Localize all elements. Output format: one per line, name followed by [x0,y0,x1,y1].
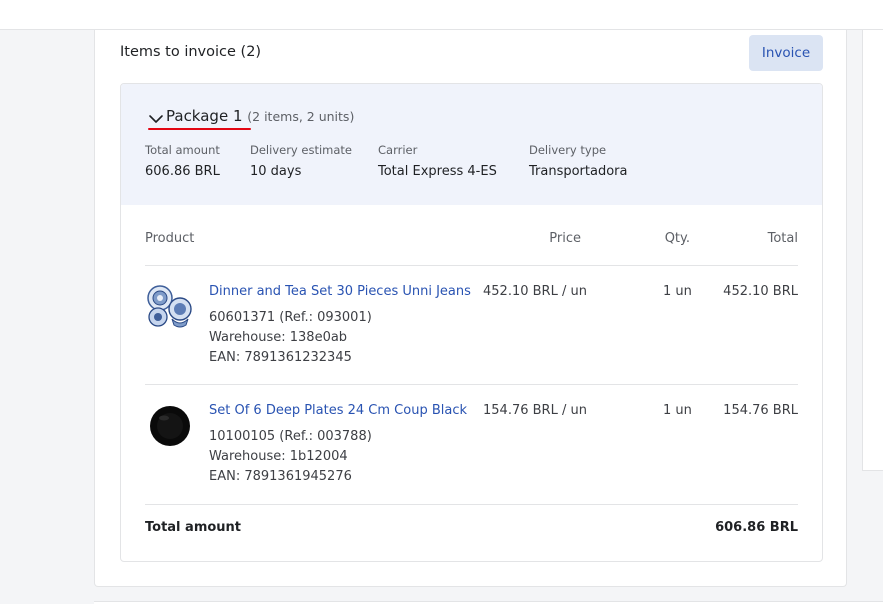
product-total: 452.10 BRL [723,284,798,299]
package-title-underline [148,128,251,130]
product-ean: EAN: 7891361945276 [209,469,352,484]
meta-value: 10 days [250,164,302,179]
product-ean: EAN: 7891361232345 [209,350,352,365]
table-row: Dinner and Tea Set 30 Pieces Unni Jeans … [121,266,822,385]
items-to-invoice-card: Items to invoice (2) Invoice Package 1 (… [94,30,847,587]
product-link[interactable]: Dinner and Tea Set 30 Pieces Unni Jeans [209,284,471,299]
product-price: 154.76 BRL / un [483,403,587,418]
column-header-product: Product [145,231,195,246]
product-qty: 1 un [663,403,692,418]
meta-delivery-estimate: Delivery estimate 10 days [250,143,352,179]
product-sku: 60601371 (Ref.: 093001) [209,310,372,325]
side-panel [862,30,883,471]
meta-value: Transportadora [529,164,628,179]
product-price: 452.10 BRL / un [483,284,587,299]
product-total: 154.76 BRL [723,403,798,418]
column-header-qty: Qty. [664,231,690,246]
chevron-down-icon[interactable] [148,111,164,127]
package-title-text: Package 1 [166,107,243,125]
product-sku: 10100105 (Ref.: 003788) [209,429,372,444]
meta-value: Total Express 4-ES [378,164,497,179]
meta-label: Carrier [378,143,418,157]
total-amount-label: Total amount [145,520,242,535]
meta-carrier: Carrier Total Express 4-ES [378,143,497,179]
card-title: Items to invoice (2) [120,44,262,60]
invoice-button[interactable]: Invoice [749,35,823,71]
package-count: (2 items, 2 units) [247,109,355,124]
meta-label: Delivery estimate [250,143,352,157]
product-qty: 1 un [663,284,692,299]
blue-porcelain-set-icon [147,285,192,328]
meta-label: Total amount [145,143,220,157]
top-bar [0,0,883,30]
product-warehouse: Warehouse: 1b12004 [209,449,348,464]
package-header[interactable]: Package 1 (2 items, 2 units) Total amoun… [121,84,822,205]
product-link[interactable]: Set Of 6 Deep Plates 24 Cm Coup Black [209,403,467,418]
meta-delivery-type: Delivery type Transportadora [529,143,627,179]
divider [145,504,798,505]
column-header-total: Total [767,231,798,246]
column-header-price: Price [549,231,581,246]
black-plate-icon [150,406,190,446]
total-amount-value: 606.86 BRL [715,520,798,535]
meta-total-amount: Total amount 606.86 BRL [145,143,220,179]
meta-label: Delivery type [529,143,607,157]
package-title[interactable]: Package 1 (2 items, 2 units) [166,107,354,125]
table-row: Set Of 6 Deep Plates 24 Cm Coup Black 10… [121,385,822,504]
product-warehouse: Warehouse: 138e0ab [209,330,348,345]
package-panel: Package 1 (2 items, 2 units) Total amoun… [120,83,823,562]
meta-value: 606.86 BRL [145,164,220,179]
